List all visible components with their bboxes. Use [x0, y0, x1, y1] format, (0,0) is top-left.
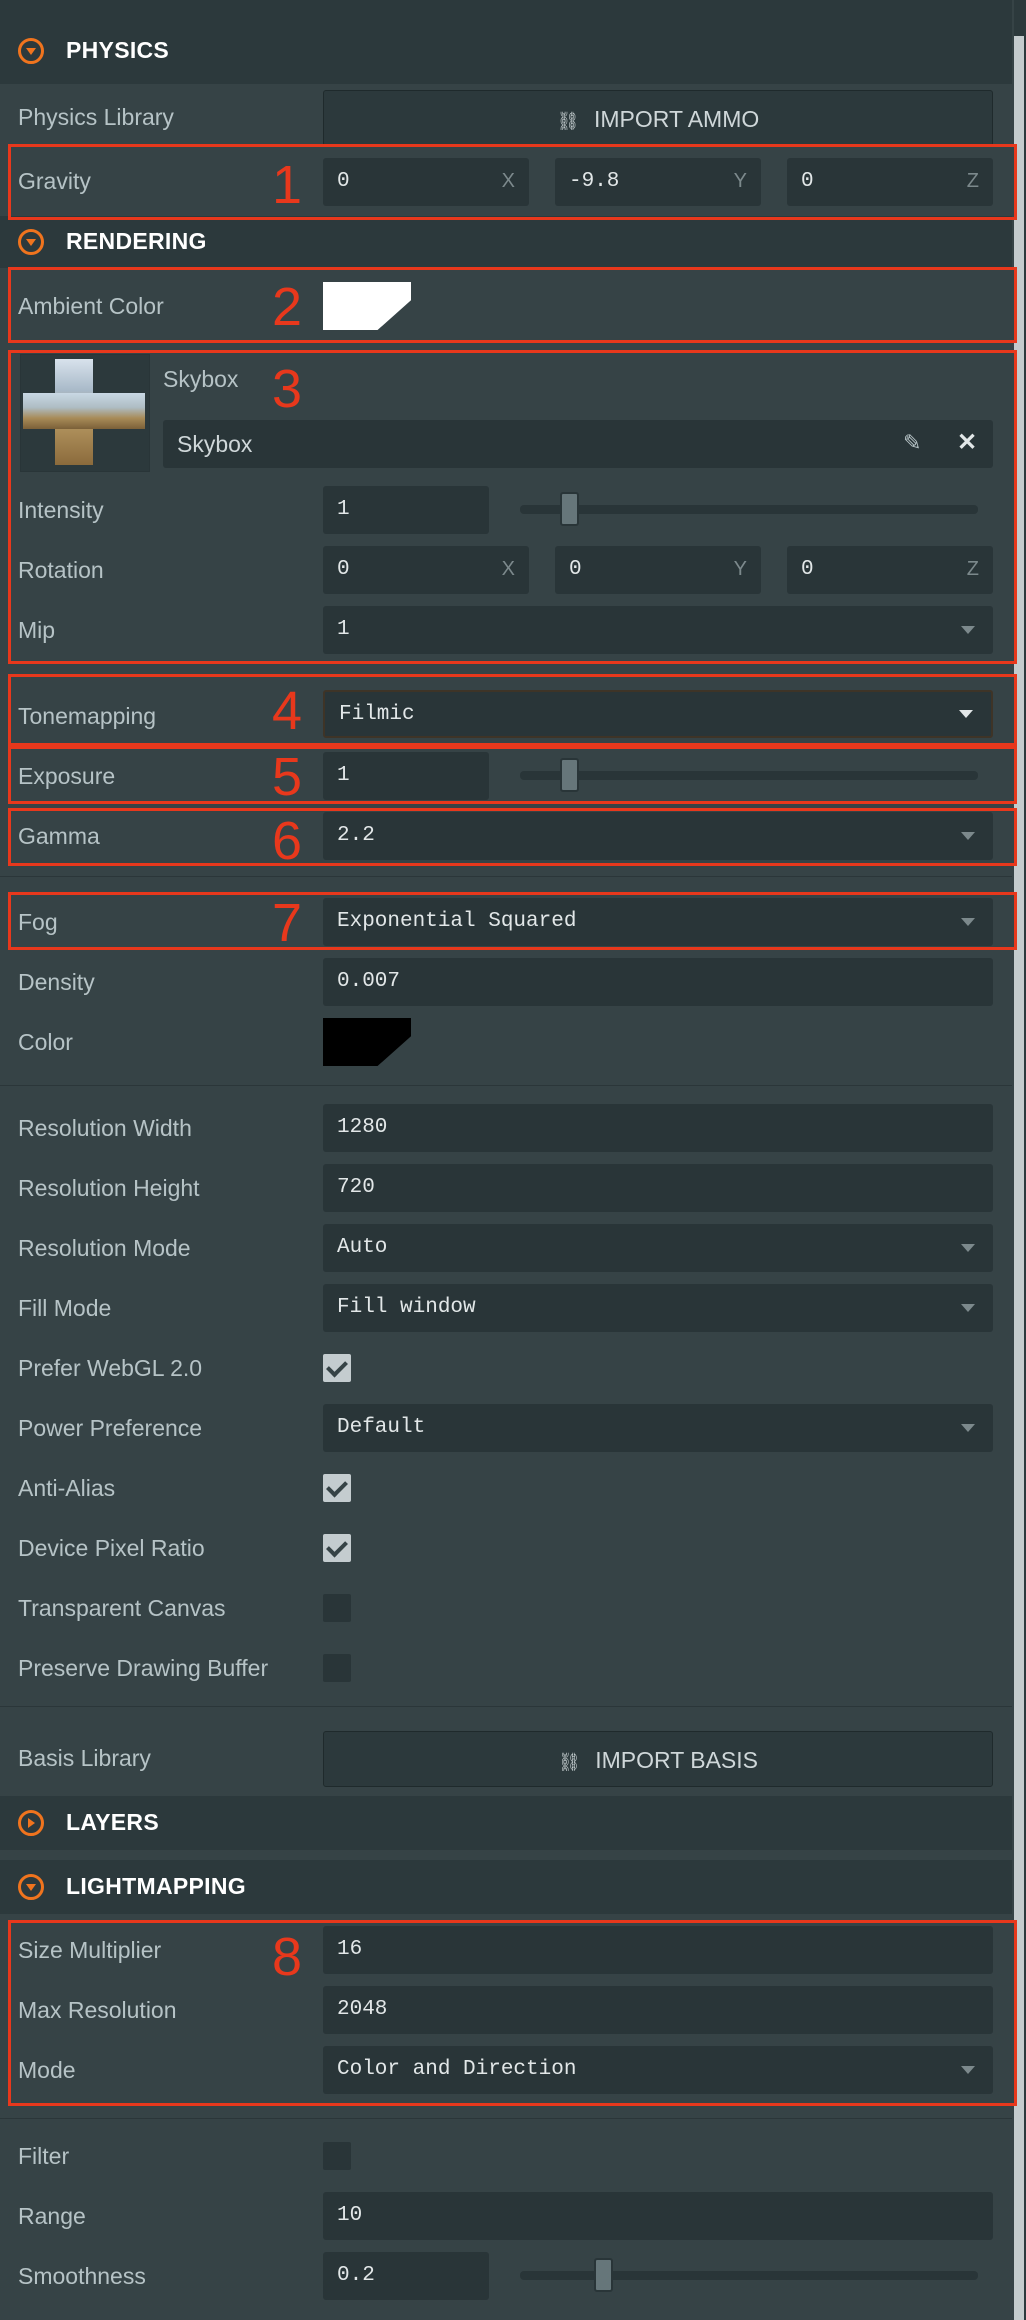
range-value: 10: [337, 2204, 363, 2227]
anti-alias-checkbox[interactable]: [323, 1474, 351, 1502]
import-ammo-button[interactable]: ⛓ IMPORT AMMO: [323, 90, 993, 146]
import-basis-button[interactable]: ⛓ IMPORT BASIS: [323, 1731, 993, 1787]
smoothness-value: 0.2: [337, 2264, 375, 2287]
resolution-height-input[interactable]: 720: [323, 1164, 993, 1212]
chevron-down-icon: [961, 1244, 975, 1252]
resolution-mode-value: Auto: [337, 1236, 388, 1259]
layers-title: LAYERS: [66, 1809, 159, 1835]
transparent-canvas-label: Transparent Canvas: [18, 1595, 226, 1621]
rendering-header[interactable]: RENDERING: [0, 216, 1012, 268]
divider: [0, 1706, 1012, 1707]
marker-2: 2: [272, 277, 303, 337]
device-pixel-ratio-label: Device Pixel Ratio: [18, 1535, 205, 1561]
physics-title: PHYSICS: [66, 37, 170, 63]
import-basis-label: IMPORT BASIS: [595, 1747, 758, 1773]
divider: [0, 2118, 1012, 2119]
divider: [0, 1085, 1012, 1086]
resolution-mode-label: Resolution Mode: [18, 1235, 191, 1261]
marker-8: 8: [272, 1927, 303, 1987]
power-preference-label: Power Preference: [18, 1415, 203, 1441]
marker-7: 7: [272, 893, 303, 953]
rendering-title: RENDERING: [66, 228, 207, 254]
resolution-width-value: 1280: [337, 1116, 388, 1139]
resolution-width-label: Resolution Width: [18, 1115, 192, 1141]
marker-6: 6: [272, 811, 303, 871]
smoothness-label: Smoothness: [18, 2263, 146, 2289]
density-input[interactable]: 0.007: [323, 958, 993, 1006]
filter-checkbox[interactable]: [323, 2142, 351, 2170]
highlight-box-7: [8, 892, 1017, 950]
chevron-down-icon: [961, 1304, 975, 1312]
filter-label: Filter: [18, 2143, 70, 2169]
fill-mode-select[interactable]: Fill window: [323, 1284, 993, 1332]
density-label: Density: [18, 969, 95, 995]
highlight-box-4: [8, 674, 1017, 746]
density-value: 0.007: [337, 970, 401, 993]
preserve-drawing-buffer-label: Preserve Drawing Buffer: [18, 1655, 269, 1681]
resolution-mode-select[interactable]: Auto: [323, 1224, 993, 1272]
marker-1: 1: [272, 155, 303, 215]
layers-header[interactable]: LAYERS: [0, 1796, 1012, 1850]
collapse-arrow-icon[interactable]: [18, 1874, 44, 1900]
lightmapping-header[interactable]: LIGHTMAPPING: [0, 1860, 1012, 1914]
fog-color-swatch[interactable]: [323, 1018, 411, 1066]
preserve-drawing-buffer-checkbox[interactable]: [323, 1654, 351, 1682]
basis-library-label: Basis Library: [18, 1745, 151, 1771]
highlight-box-8: [8, 1920, 1017, 2106]
prefer-webgl2-checkbox[interactable]: [323, 1354, 351, 1382]
smoothness-slider-handle[interactable]: [594, 2258, 613, 2292]
fill-mode-label: Fill Mode: [18, 1295, 112, 1321]
marker-3: 3: [272, 359, 303, 419]
range-input[interactable]: 10: [323, 2192, 993, 2240]
anti-alias-label: Anti-Alias: [18, 1475, 116, 1501]
highlight-box-2: [8, 267, 1017, 343]
power-preference-value: Default: [337, 1416, 426, 1439]
chevron-down-icon: [961, 1424, 975, 1432]
lightmapping-title: LIGHTMAPPING: [66, 1873, 246, 1899]
physics-header[interactable]: PHYSICS: [0, 0, 1012, 84]
divider: [0, 876, 1012, 877]
resolution-height-value: 720: [337, 1176, 375, 1199]
highlight-box-5: [8, 746, 1017, 804]
collapse-arrow-icon[interactable]: [18, 229, 44, 255]
transparent-canvas-checkbox[interactable]: [323, 1594, 351, 1622]
collapse-arrow-icon[interactable]: [18, 38, 44, 64]
highlight-box-6: [8, 808, 1017, 866]
power-preference-select[interactable]: Default: [323, 1404, 993, 1452]
smoothness-slider-track[interactable]: [520, 2271, 978, 2280]
highlight-box-1: [8, 144, 1017, 220]
expand-arrow-icon[interactable]: [18, 1810, 44, 1836]
prefer-webgl2-label: Prefer WebGL 2.0: [18, 1355, 203, 1381]
resolution-height-label: Resolution Height: [18, 1175, 200, 1201]
smoothness-input[interactable]: 0.2: [323, 2252, 489, 2300]
import-icon: ⛓: [557, 1752, 581, 1772]
import-ammo-label: IMPORT AMMO: [593, 106, 760, 132]
device-pixel-ratio-checkbox[interactable]: [323, 1534, 351, 1562]
physics-library-label: Physics Library: [18, 104, 174, 130]
highlight-box-3: [8, 350, 1017, 664]
resolution-width-input[interactable]: 1280: [323, 1104, 993, 1152]
fog-color-label: Color: [18, 1029, 73, 1055]
marker-5: 5: [272, 747, 303, 807]
fill-mode-value: Fill window: [337, 1296, 476, 1319]
import-icon: ⛓: [556, 111, 580, 131]
marker-4: 4: [272, 681, 303, 741]
range-label: Range: [18, 2203, 86, 2229]
